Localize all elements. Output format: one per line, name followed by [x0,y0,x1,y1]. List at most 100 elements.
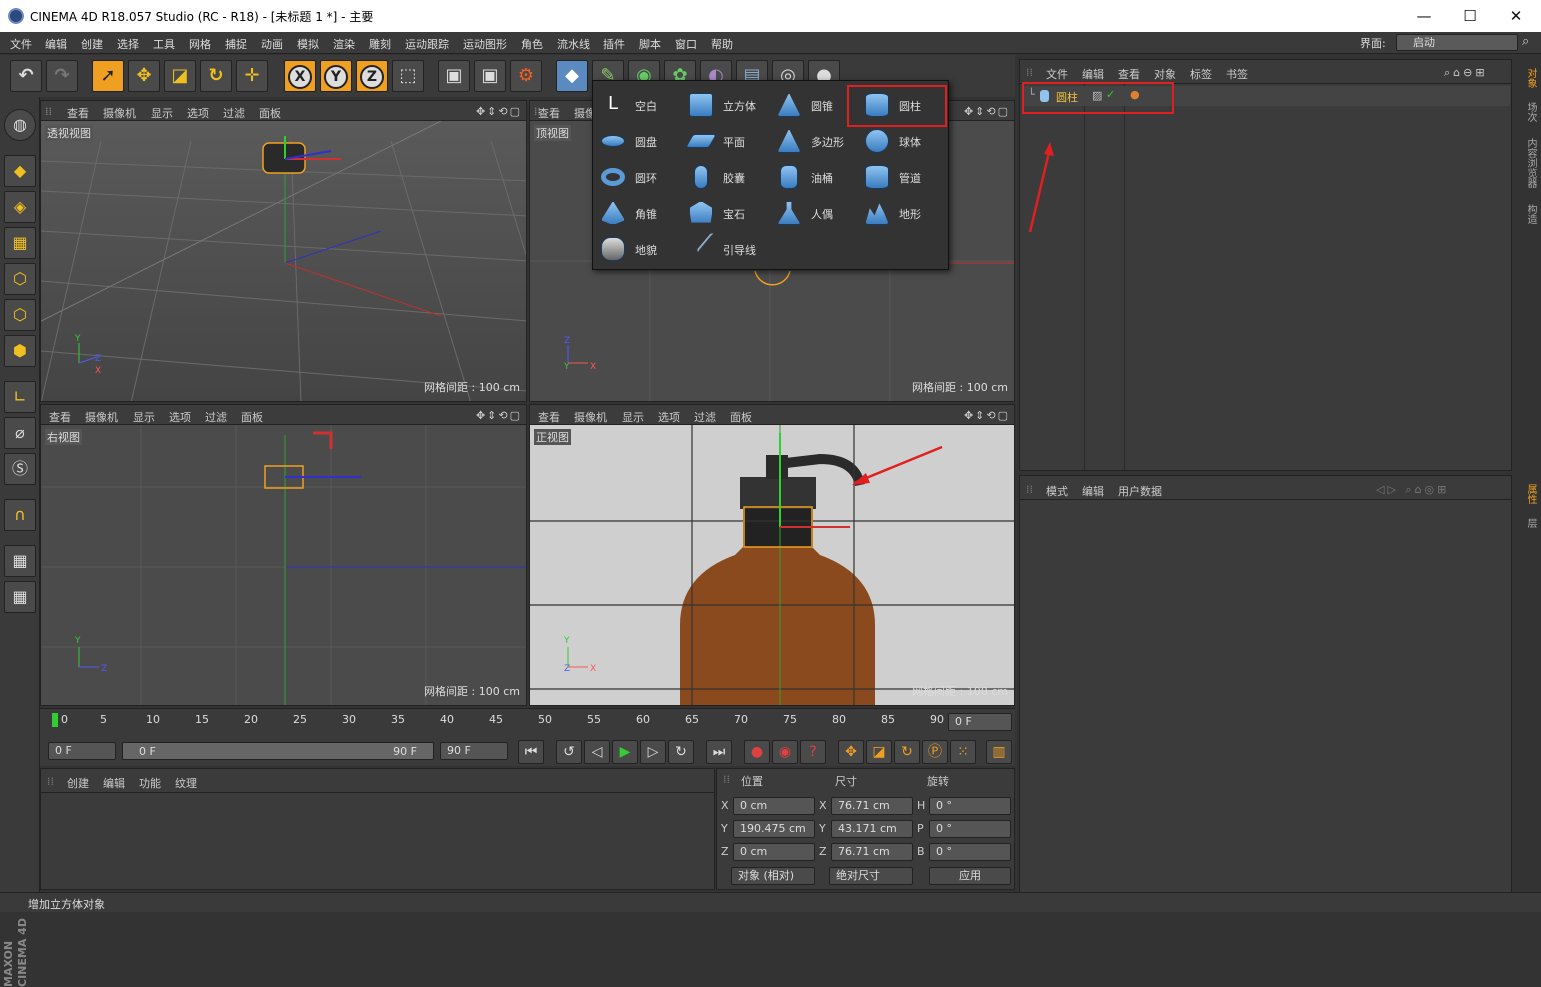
vp-menu-panel[interactable]: 面板 [259,105,281,121]
make-editable-button[interactable]: ◍ [4,109,36,141]
vp-menu-filter[interactable]: 过滤 [223,105,245,121]
vp-menu-view[interactable]: 查看 [49,409,71,425]
rotate-tool-button[interactable]: ↻ [200,60,232,92]
menu-render[interactable]: 渲染 [333,36,355,52]
popup-item-null[interactable]: L 空白 [595,89,681,121]
mm-menu-texture[interactable]: 纹理 [175,775,197,791]
render-view-button[interactable]: ▣ [438,60,470,92]
z-axis-lock-button[interactable]: Z [356,60,388,92]
key-parameter-button[interactable]: Ⓟ [922,740,948,764]
menu-animate[interactable]: 动画 [261,36,283,52]
vp-menu-panel[interactable]: 面板 [730,409,752,425]
layout-select[interactable]: 启动 [1396,34,1518,51]
popup-item-pyramid[interactable]: 角锥 [595,197,681,229]
om-menu-bookmarks[interactable]: 书签 [1226,66,1248,82]
popup-item-platonic[interactable]: 宝石 [683,197,769,229]
next-frame-button[interactable]: ▷ [640,740,666,764]
redo-button[interactable]: ↷ [46,60,78,92]
solo-mode-button[interactable]: Ⓢ [4,453,36,485]
vp-menu-options[interactable]: 选项 [187,105,209,121]
position-y-field[interactable]: 190.475 cm [733,820,815,838]
position-z-field[interactable]: 0 cm [733,843,815,861]
popup-item-guide[interactable]: 引导线 [683,232,769,266]
am-menu-edit[interactable]: 编辑 [1082,483,1104,499]
vp-menu-view[interactable]: 查看 [67,105,89,121]
apply-button[interactable]: 应用 [929,867,1011,885]
menu-mograph[interactable]: 运动图形 [463,36,507,52]
last-tool-button[interactable]: ✛ [236,60,268,92]
rotation-b-field[interactable]: 0 ° [929,843,1011,861]
popup-item-cone[interactable]: 圆锥 [771,89,857,121]
vp-menu-options[interactable]: 选项 [169,409,191,425]
tweak-mode-button[interactable]: ⌀ [4,417,36,449]
render-settings-button[interactable]: ⚙ [510,60,542,92]
om-menu-edit[interactable]: 编辑 [1082,66,1104,82]
auto-key-button[interactable]: ◉ [772,740,798,764]
viewport-nav-icons[interactable]: ✥⇕⟲▢ [964,105,1010,118]
popup-item-relief[interactable]: 地貌 [595,233,681,265]
goto-end-button[interactable]: ⏭ [706,740,732,764]
viewport-nav-icons[interactable]: ✥⇕⟲▢ [476,105,522,118]
tab-takes[interactable]: 场次 [1518,97,1538,127]
menu-snap[interactable]: 捕捉 [225,36,247,52]
planar-workplane-button[interactable]: ▦ [4,581,36,613]
vp-menu-filter[interactable]: 过滤 [694,409,716,425]
size-z-field[interactable]: 76.71 cm [831,843,913,861]
vp-menu-options[interactable]: 选项 [658,409,680,425]
mm-menu-create[interactable]: 创建 [67,775,89,791]
position-x-field[interactable]: 0 cm [733,797,815,815]
key-position-button[interactable]: ✥ [838,740,864,764]
next-key-button[interactable]: ↻ [668,740,694,764]
viewport-nav-icons[interactable]: ✥⇕⟲▢ [476,409,522,422]
menu-create[interactable]: 创建 [81,36,103,52]
om-menu-tags[interactable]: 标签 [1190,66,1212,82]
viewport-nav-icons[interactable]: ✥⇕⟲▢ [964,409,1010,422]
scheme-button[interactable]: ▥ [986,740,1012,764]
vp-menu-camera[interactable]: 摄像机 [103,105,136,121]
om-menu-objects[interactable]: 对象 [1154,66,1176,82]
menu-tools[interactable]: 工具 [153,36,175,52]
popup-item-figure[interactable]: 人偶 [771,197,857,229]
mm-menu-edit[interactable]: 编辑 [103,775,125,791]
prev-key-button[interactable]: ↺ [556,740,582,764]
om-menu-file[interactable]: 文件 [1046,66,1068,82]
y-axis-lock-button[interactable]: Y [320,60,352,92]
scale-tool-button[interactable]: ◪ [164,60,196,92]
popup-item-cube[interactable]: 立方体 [683,89,769,121]
workplane-lock-button[interactable]: ▦ [4,545,36,577]
coordinate-system-button[interactable]: ⬚ [392,60,424,92]
right-viewport[interactable]: 查看 摄像机 显示 选项 过滤 面板 ✥⇕⟲▢ YZ 右视图 网格间距 : 10… [40,404,527,706]
menu-help[interactable]: 帮助 [711,36,733,52]
size-x-field[interactable]: 76.71 cm [831,797,913,815]
model-mode-button[interactable]: ◆ [4,155,36,187]
keyframe-selection-button[interactable]: ? [800,740,826,764]
popup-item-capsule[interactable]: 胶囊 [683,161,769,193]
key-scale-button[interactable]: ◪ [866,740,892,764]
render-picture-viewer-button[interactable]: ▣ [474,60,506,92]
menu-plugins[interactable]: 插件 [603,36,625,52]
points-mode-button[interactable]: ⬡ [4,263,36,295]
tab-layers[interactable]: 层 [1518,513,1538,533]
menu-pipeline[interactable]: 流水线 [557,36,590,52]
start-frame-field[interactable]: 0 F [48,742,116,760]
vp-menu-panel[interactable]: 面板 [241,409,263,425]
axis-mode-button[interactable]: ∟ [4,381,36,413]
coordinate-mode-select[interactable]: 对象 (相对) [731,867,815,885]
minimize-button[interactable]: — [1401,0,1447,32]
undo-button[interactable]: ↶ [10,60,42,92]
popup-item-polygon[interactable]: 多边形 [771,125,857,157]
goto-start-button[interactable]: ⏮ [518,740,544,764]
texture-mode-button[interactable]: ◈ [4,191,36,223]
key-pla-button[interactable]: ⁙ [950,740,976,764]
menu-script[interactable]: 脚本 [639,36,661,52]
edges-mode-button[interactable]: ⬡ [4,299,36,331]
current-frame-field[interactable]: 0 F [948,713,1012,731]
play-button[interactable]: ▶ [612,740,638,764]
am-header-icons[interactable]: ◁▷ ⌕⌂◎⊞ [1376,483,1449,497]
end-frame-field[interactable]: 90 F [440,742,508,760]
size-mode-select[interactable]: 绝对尺寸 [829,867,913,885]
popup-item-landscape[interactable]: 地形 [859,197,945,229]
workplane-mode-button[interactable]: ▦ [4,227,36,259]
polygons-mode-button[interactable]: ⬢ [4,335,36,367]
maximize-button[interactable]: ☐ [1447,0,1493,32]
